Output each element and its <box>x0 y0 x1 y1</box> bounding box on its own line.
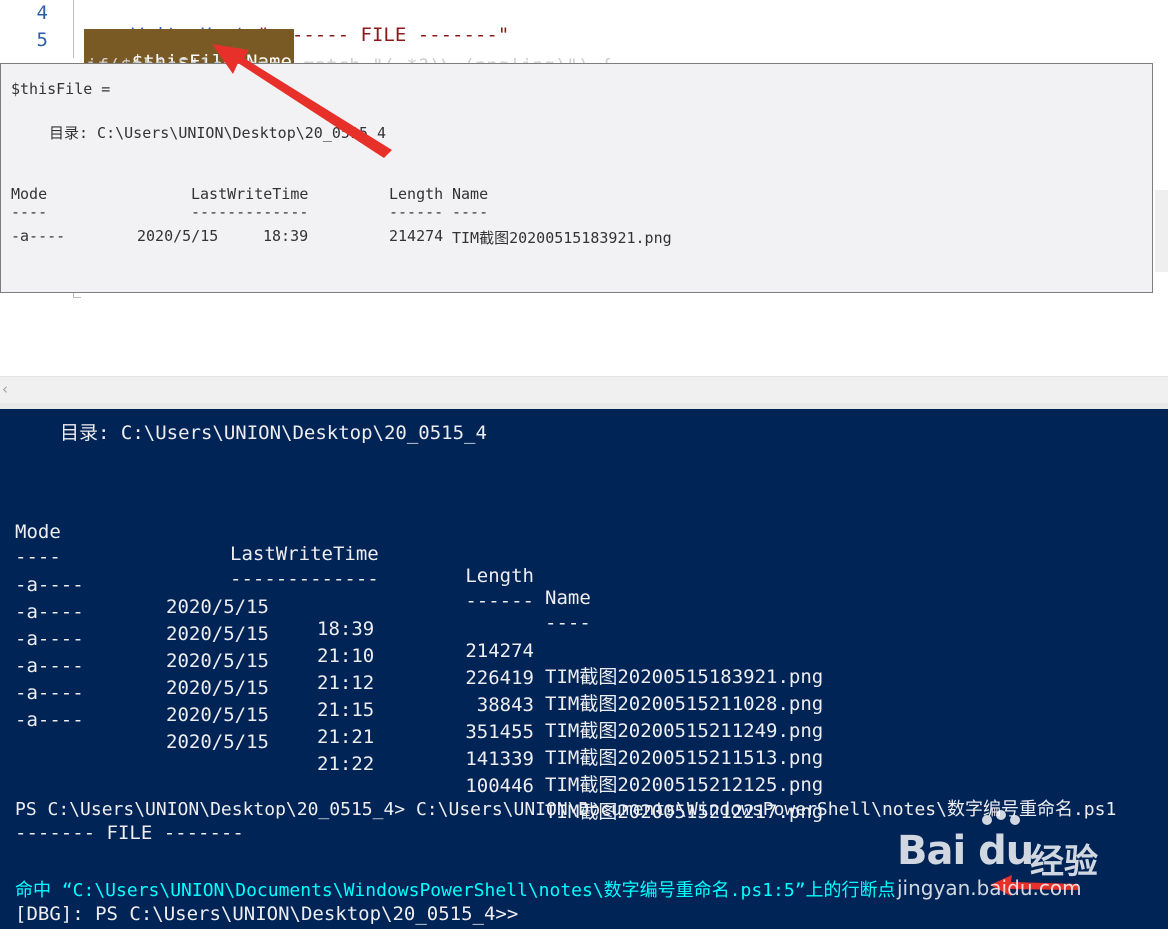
annotation-layer <box>212 44 1078 896</box>
red-arrow-icon <box>990 875 1078 896</box>
red-arrow-icon <box>212 44 392 158</box>
